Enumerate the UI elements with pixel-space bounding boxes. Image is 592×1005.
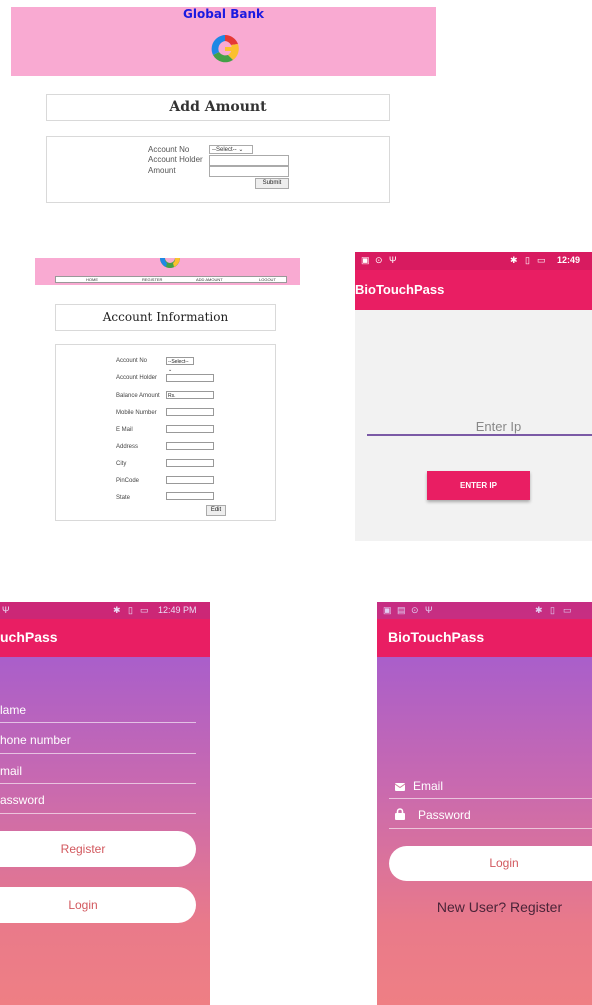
vibrate-icon: ▯ bbox=[128, 605, 133, 615]
account-no-select[interactable]: --Select-- ⌄ bbox=[209, 145, 253, 154]
ip-input[interactable]: Enter Ip bbox=[355, 419, 592, 434]
account-holder-input[interactable] bbox=[166, 374, 214, 382]
password-underline bbox=[0, 813, 196, 814]
lock-icon bbox=[395, 808, 405, 820]
app-bar: BioTouchPass bbox=[355, 270, 592, 310]
nav-bar: HOME REGISTER ADD AMOUNT LOGOUT bbox=[55, 276, 287, 283]
app-bar: BioTouchPass bbox=[377, 619, 592, 657]
location-icon: ⊙ bbox=[411, 605, 419, 615]
email-icon bbox=[395, 783, 405, 791]
register-button[interactable]: Register bbox=[0, 831, 196, 867]
amount-input[interactable] bbox=[209, 166, 289, 177]
enter-ip-button[interactable]: ENTER IP bbox=[427, 471, 530, 500]
field-label: State bbox=[116, 495, 131, 501]
battery-icon: ▭ bbox=[140, 605, 149, 615]
email-underline bbox=[389, 798, 592, 799]
bank-nav-header: HOME REGISTER ADD AMOUNT LOGOUT bbox=[35, 258, 300, 285]
status-time: 12:49 bbox=[557, 255, 581, 265]
email-input[interactable]: Email bbox=[413, 779, 443, 793]
login-button[interactable]: Login bbox=[389, 846, 592, 881]
notification-icon: ▣ bbox=[383, 605, 392, 615]
battery-icon: ▭ bbox=[537, 255, 546, 265]
bank-logo-icon bbox=[211, 35, 239, 63]
address-input[interactable] bbox=[166, 442, 214, 450]
usb-icon: Ψ bbox=[425, 605, 433, 615]
account-info-heading: Account Information bbox=[102, 310, 229, 324]
nav-add-amount[interactable]: ADD AMOUNT bbox=[196, 277, 223, 283]
status-bar: ▣ ⊙ Ψ ✱ ▯ ▭ 12:49 bbox=[355, 252, 592, 270]
usb-icon: Ψ bbox=[2, 605, 10, 615]
app-title: BioTouchPass bbox=[388, 629, 485, 645]
account-info-title-box: Account Information bbox=[55, 304, 276, 331]
account-holder-input[interactable] bbox=[209, 155, 289, 166]
nav-logout[interactable]: LOGOUT bbox=[259, 277, 276, 283]
phone-login-screen: ▣ ▤ ⊙ Ψ ✱ ▯ ▭ BioTouchPass Email Passwor… bbox=[377, 602, 592, 1005]
status-time: 12:49 PM bbox=[158, 605, 197, 615]
mobile-number-input[interactable] bbox=[166, 408, 214, 416]
app-title: uchPass bbox=[0, 629, 58, 645]
vibrate-icon: ▯ bbox=[550, 605, 555, 615]
password-underline bbox=[389, 828, 592, 829]
phone-underline bbox=[0, 753, 196, 754]
email-underline bbox=[0, 783, 196, 784]
field-label: PinCode bbox=[116, 478, 140, 484]
email-input[interactable] bbox=[166, 425, 214, 433]
gallery-icon: ▤ bbox=[397, 605, 406, 615]
amount-label: Amount bbox=[148, 166, 176, 175]
add-amount-heading: Add Amount bbox=[169, 99, 267, 115]
bank-title: Global Bank bbox=[183, 7, 264, 21]
password-input[interactable]: assword bbox=[0, 793, 45, 807]
global-bank-header: Global Bank bbox=[11, 7, 436, 76]
field-label: Account Holder bbox=[116, 375, 158, 381]
field-label: City bbox=[116, 461, 127, 467]
phone-number-input[interactable]: hone number bbox=[0, 733, 71, 747]
app-title: BioTouchPass bbox=[355, 282, 445, 297]
account-no-select[interactable]: --Select-- ⌄ bbox=[166, 357, 194, 373]
name-underline bbox=[0, 722, 196, 723]
account-no-label: Account No bbox=[148, 145, 190, 154]
status-bar: ▣ ▤ ⊙ Ψ ✱ ▯ ▭ bbox=[377, 602, 592, 619]
field-label: Address bbox=[116, 444, 139, 450]
account-holder-label: Account Holder bbox=[148, 155, 203, 164]
bank-logo-icon bbox=[160, 258, 180, 268]
phone-register-screen: Ψ ✱ ▯ ▭ 12:49 PM uchPass lame hone numbe… bbox=[0, 602, 210, 1005]
field-label: Account No bbox=[116, 358, 148, 364]
app-bar: uchPass bbox=[0, 619, 210, 657]
balance-amount-input[interactable]: Rs. bbox=[166, 391, 214, 399]
bluetooth-icon: ✱ bbox=[535, 605, 543, 615]
login-button[interactable]: Login bbox=[0, 887, 196, 923]
city-input[interactable] bbox=[166, 459, 214, 467]
add-amount-title-box: Add Amount bbox=[46, 94, 390, 121]
ip-input-underline bbox=[367, 434, 592, 436]
account-info-form: Account No --Select-- ⌄ Account Holder B… bbox=[55, 344, 276, 521]
usb-icon: Ψ bbox=[389, 255, 397, 265]
battery-icon: ▭ bbox=[563, 605, 572, 615]
vibrate-icon: ▯ bbox=[525, 255, 530, 265]
name-input[interactable]: lame bbox=[0, 703, 26, 717]
location-icon: ⊙ bbox=[375, 255, 383, 265]
submit-button[interactable]: Submit bbox=[255, 178, 289, 189]
status-bar: Ψ ✱ ▯ ▭ 12:49 PM bbox=[0, 602, 210, 619]
bluetooth-icon: ✱ bbox=[113, 605, 121, 615]
field-label: Balance Amount bbox=[116, 393, 160, 399]
state-input[interactable] bbox=[166, 492, 214, 500]
register-link[interactable]: New User? Register bbox=[377, 899, 592, 915]
notification-icon: ▣ bbox=[361, 255, 370, 265]
nav-home[interactable]: HOME bbox=[86, 277, 98, 283]
nav-register[interactable]: REGISTER bbox=[142, 277, 162, 283]
email-input[interactable]: mail bbox=[0, 764, 22, 778]
add-amount-form: Account No --Select-- ⌄ Account Holder A… bbox=[46, 136, 390, 203]
pincode-input[interactable] bbox=[166, 476, 214, 484]
bluetooth-icon: ✱ bbox=[510, 255, 518, 265]
phone-enter-ip-screen: ▣ ⊙ Ψ ✱ ▯ ▭ 12:49 BioTouchPass Enter Ip … bbox=[355, 252, 592, 541]
password-input[interactable]: Password bbox=[418, 808, 471, 822]
field-label: Mobile Number bbox=[116, 410, 157, 416]
field-label: E Mail bbox=[116, 427, 133, 433]
edit-button[interactable]: Edit bbox=[206, 505, 226, 516]
